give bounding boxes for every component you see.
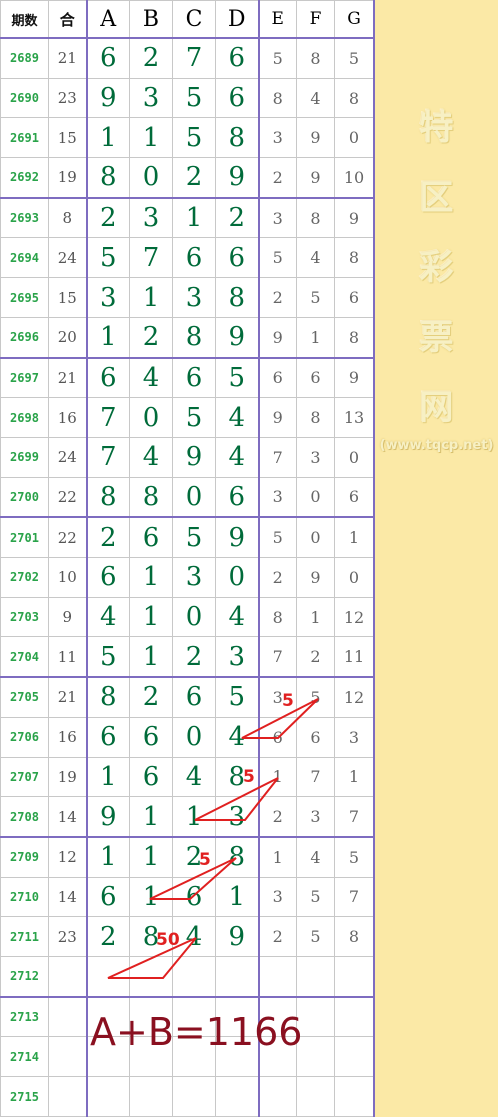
trend-lines xyxy=(107,698,319,979)
annotation-label: 5 xyxy=(282,691,294,711)
watermark-char: 网 xyxy=(419,388,454,428)
annotation-label: 5 xyxy=(199,850,211,870)
watermark-char: 票 xyxy=(419,318,454,358)
watermark-panel: 特 区 彩 票 网 (www.tqcp.net) xyxy=(373,0,498,1117)
annotation-label: 50 xyxy=(156,930,180,950)
trend-line xyxy=(149,857,237,900)
annotation-overlay: 5 5 5 50 xyxy=(107,691,319,979)
watermark-url: (www.tqcp.net) xyxy=(379,438,494,453)
trend-line xyxy=(107,937,197,979)
watermark-char: 特 xyxy=(419,108,454,148)
watermark-char: 彩 xyxy=(419,248,454,288)
annotation-label: 5 xyxy=(243,767,255,787)
trend-line xyxy=(241,698,319,739)
watermark-char: 区 xyxy=(419,178,454,218)
formula-text: A+B=1166 xyxy=(90,1010,303,1054)
trend-line xyxy=(194,777,279,821)
